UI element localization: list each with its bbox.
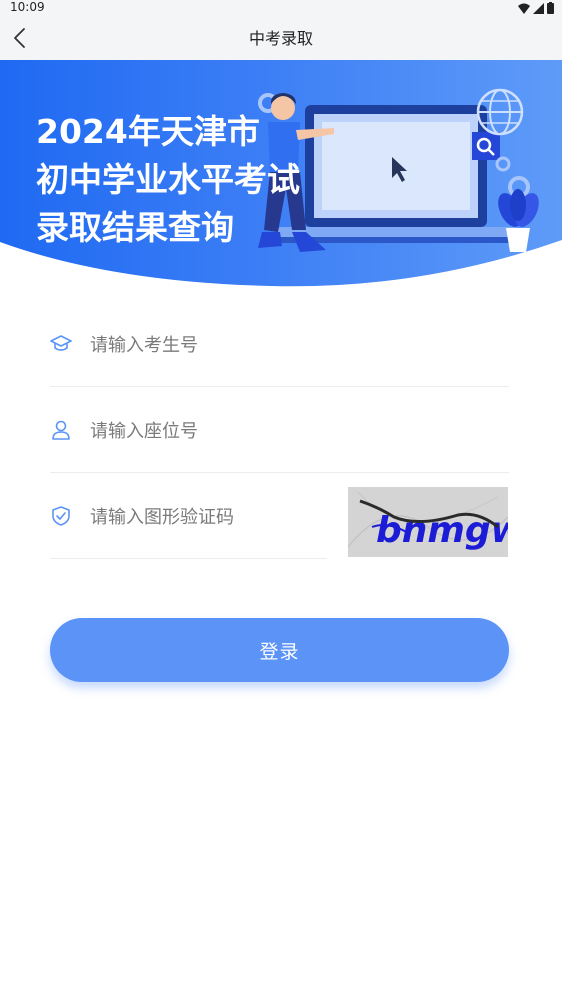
battery-icon [547, 2, 554, 14]
hero-banner: 2024年天津市 初中学业水平考试 录取结果查询 [0, 60, 562, 290]
status-time: 10:09 [10, 0, 45, 14]
user-icon [52, 420, 70, 440]
captcha-image[interactable]: bnmgw [348, 487, 508, 557]
seat-number-field [50, 386, 509, 473]
status-bar: 10:09 [0, 0, 562, 16]
wifi-icon [518, 3, 530, 14]
captcha-field [50, 472, 327, 559]
headline-line: 2024年天津市 [36, 112, 260, 151]
status-icons [518, 2, 554, 14]
headline-line: 初中学业水平考试 [36, 160, 300, 199]
cell-signal-icon [533, 2, 544, 14]
exam-number-field [50, 300, 509, 387]
graduation-cap-icon [50, 335, 72, 351]
banner-headline: 2024年天津市 初中学业水平考试 录取结果查询 [36, 108, 300, 252]
captcha-input[interactable] [88, 496, 322, 538]
page-title: 中考录取 [248, 29, 313, 48]
exam-number-input[interactable] [88, 324, 492, 366]
shield-check-icon [52, 506, 70, 526]
headline-line: 录取结果查询 [36, 208, 234, 247]
nav-bar: 中考录取 [0, 16, 562, 60]
captcha-graphic: bnmgw [348, 487, 508, 557]
seat-number-input[interactable] [88, 410, 492, 452]
login-button[interactable]: 登录 [50, 618, 509, 682]
